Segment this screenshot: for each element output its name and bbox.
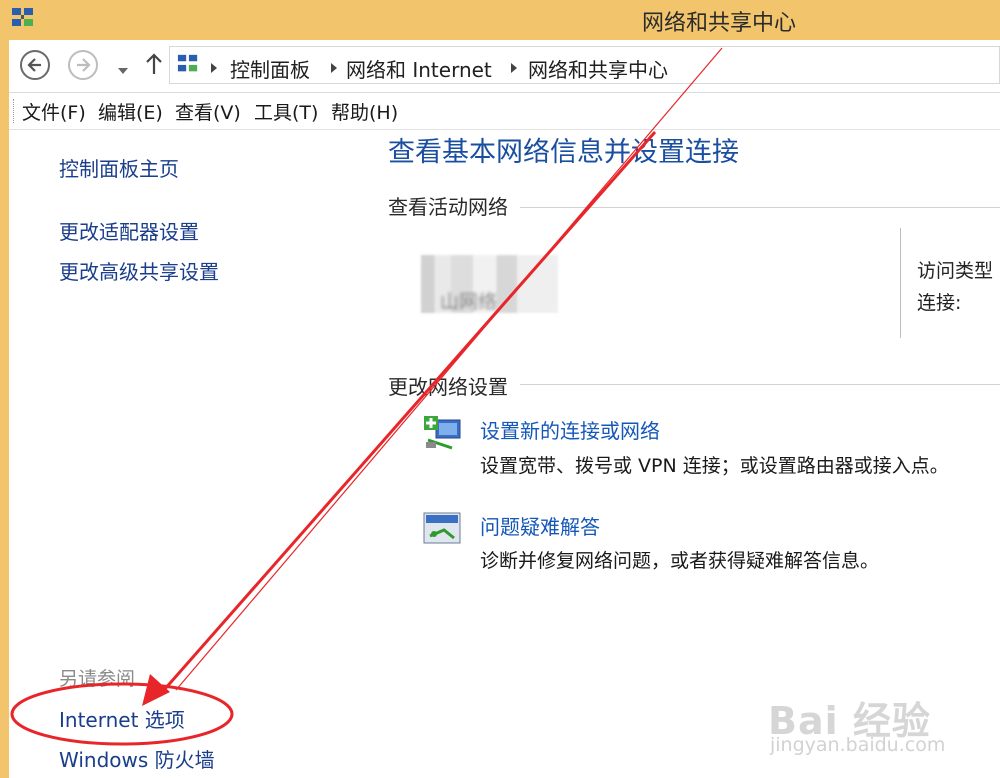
annotation-overlay bbox=[10, 47, 723, 746]
annotation-arrow bbox=[162, 131, 657, 691]
annotation-thin-line bbox=[175, 47, 723, 691]
arrow-head-icon bbox=[142, 674, 170, 706]
annotation-ellipse bbox=[10, 682, 234, 746]
